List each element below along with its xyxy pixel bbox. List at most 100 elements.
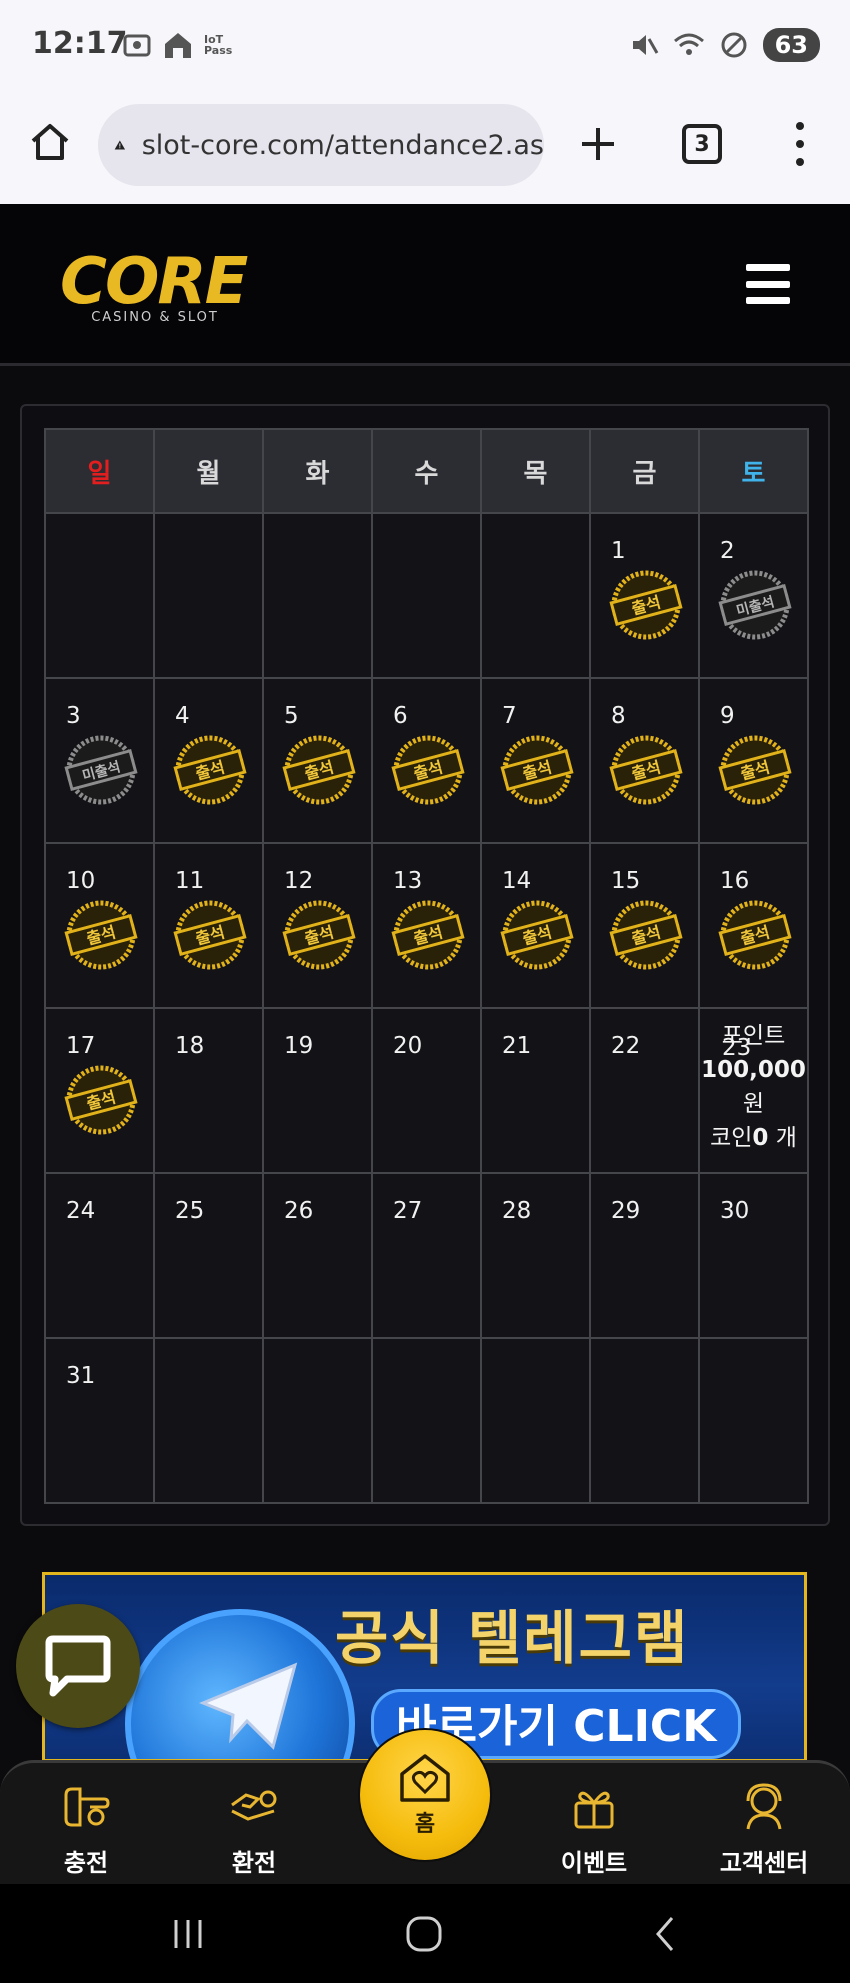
site-header: CORE CASINO & SLOT: [0, 204, 850, 366]
attended-stamp-icon: 출석: [173, 735, 247, 805]
calendar-day-cell: 2 미출석: [698, 512, 809, 679]
calendar-empty-cell: [698, 1337, 809, 1504]
day-number: 5: [284, 703, 299, 729]
calendar-day-cell: 28: [480, 1172, 591, 1339]
calendar-day-cell: 12 출석: [262, 842, 373, 1009]
calendar-empty-cell: [153, 512, 264, 679]
calendar-day-cell: 11 출석: [153, 842, 264, 1009]
browser-home-icon[interactable]: [28, 120, 72, 164]
chat-bubble-icon: [45, 1635, 111, 1697]
iot-pass-label: IoT Pass: [204, 33, 233, 57]
calendar-week-row: 1 출석 2 미출석: [44, 512, 809, 679]
calendar-empty-cell: [371, 1337, 482, 1504]
weekday-header-row: 일월화수목금토: [44, 428, 809, 514]
day-number: 13: [393, 868, 423, 894]
day-number: 11: [175, 868, 205, 894]
no-signal-icon: [721, 32, 747, 58]
coin-suffix: 개: [768, 1125, 797, 1151]
chat-button[interactable]: [16, 1604, 140, 1728]
missed-stamp-icon: 미출석: [64, 735, 138, 805]
attended-stamp-icon: 출석: [718, 735, 792, 805]
day-number: 4: [175, 703, 190, 729]
attended-stamp-icon: 출석: [609, 900, 683, 970]
calendar-empty-cell: [44, 512, 155, 679]
nav-support[interactable]: 고객센터: [694, 1781, 834, 1878]
weekday-3: 수: [371, 428, 482, 514]
browser-menu-icon[interactable]: [792, 122, 808, 166]
attended-stamp-icon: 출석: [500, 900, 574, 970]
core-logo[interactable]: CORE CASINO & SLOT: [60, 250, 250, 330]
calendar-day-cell: 25: [153, 1172, 264, 1339]
day-number: 7: [502, 703, 517, 729]
attendance-calendar: 일월화수목금토 1 출석 2 미출석 3 미출석 4 출석 5 출석 6 출석 7 출석 8 출석 9 출석 10 출…: [20, 404, 830, 1526]
android-home-icon[interactable]: [404, 1914, 444, 1954]
calendar-day-cell: 23 포인트 100,000 원 코인0 개: [698, 1007, 809, 1174]
calendar-day-cell: 22: [589, 1007, 700, 1174]
calendar-day-cell: 26: [262, 1172, 373, 1339]
calendar-day-cell: 19: [262, 1007, 373, 1174]
nav-event-label: 이벤트: [560, 1849, 628, 1877]
weekday-4: 목: [480, 428, 591, 514]
calendar-day-cell: 27: [371, 1172, 482, 1339]
coin-value: 0: [752, 1125, 769, 1151]
hamburger-menu-icon[interactable]: [746, 264, 790, 304]
day-number: 8: [611, 703, 626, 729]
back-icon[interactable]: [646, 1914, 686, 1954]
weekday-5: 금: [589, 428, 700, 514]
calendar-day-cell: 16 출석: [698, 842, 809, 1009]
browser-toolbar: slot-core.com/attendance2.as 3: [0, 92, 850, 204]
attended-stamp-icon: 출석: [391, 900, 465, 970]
attended-stamp-icon: 출석: [609, 570, 683, 640]
address-bar[interactable]: slot-core.com/attendance2.as: [98, 104, 544, 186]
calendar-day-cell: 7 출석: [480, 677, 591, 844]
day-number: 14: [502, 868, 532, 894]
android-nav-bar: [0, 1884, 850, 1983]
status-icons-left: IoT Pass: [122, 30, 234, 60]
day-number: 12: [284, 868, 314, 894]
day-number: 3: [66, 703, 81, 729]
url-text: slot-core.com/attendance2.as: [141, 129, 544, 161]
weekday-1: 월: [153, 428, 264, 514]
nav-exchange[interactable]: 환전: [184, 1781, 324, 1878]
calendar-day-cell: 3 미출석: [44, 677, 155, 844]
calendar-day-cell: 8 출석: [589, 677, 700, 844]
nav-event[interactable]: 이벤트: [524, 1781, 664, 1878]
day-number: 10: [66, 868, 96, 894]
tab-switcher-button[interactable]: 3: [682, 124, 722, 164]
calendar-day-cell: 17 출석: [44, 1007, 155, 1174]
calendar-day-cell: 4 출석: [153, 677, 264, 844]
attended-stamp-icon: 출석: [282, 735, 356, 805]
calendar-empty-cell: [262, 512, 373, 679]
day-number: 24: [66, 1198, 96, 1224]
day-number: 31: [66, 1363, 96, 1389]
weekday-6: 토: [698, 428, 809, 514]
recent-apps-icon[interactable]: [168, 1914, 208, 1954]
status-bar: 12:17 IoT Pass 63: [0, 0, 850, 92]
attended-stamp-icon: 출석: [282, 900, 356, 970]
points-label: 포인트: [721, 1023, 786, 1049]
new-tab-icon[interactable]: [578, 124, 618, 164]
calendar-day-cell: 9 출석: [698, 677, 809, 844]
attended-stamp-icon: 출석: [391, 735, 465, 805]
day-number: 20: [393, 1033, 423, 1059]
day-number: 2: [720, 538, 735, 564]
missed-stamp-icon: 미출석: [718, 570, 792, 640]
reward-summary: 포인트 100,000 원 코인0 개: [700, 1019, 807, 1155]
calendar-day-cell: 1 출석: [589, 512, 700, 679]
calendar-week-row: 31: [44, 1337, 809, 1504]
nav-exchange-label: 환전: [231, 1849, 277, 1877]
day-number: 27: [393, 1198, 423, 1224]
nav-home-label: 홈: [414, 1812, 436, 1837]
day-number: 19: [284, 1033, 314, 1059]
day-number: 30: [720, 1198, 750, 1224]
coin-label: 코인: [710, 1125, 753, 1151]
day-number: 18: [175, 1033, 205, 1059]
calendar-week-row: 17 출석 18 19 20 21 22 23 포인트 100,000 원 코인0 개: [44, 1007, 809, 1174]
day-number: 29: [611, 1198, 641, 1224]
calendar-empty-cell: [480, 1337, 591, 1504]
nav-charge[interactable]: 충전: [16, 1781, 156, 1878]
calendar-day-cell: 6 출석: [371, 677, 482, 844]
nav-home-button[interactable]: 홈: [360, 1730, 490, 1860]
calendar-empty-cell: [371, 512, 482, 679]
exchange-icon: [231, 1790, 277, 1821]
